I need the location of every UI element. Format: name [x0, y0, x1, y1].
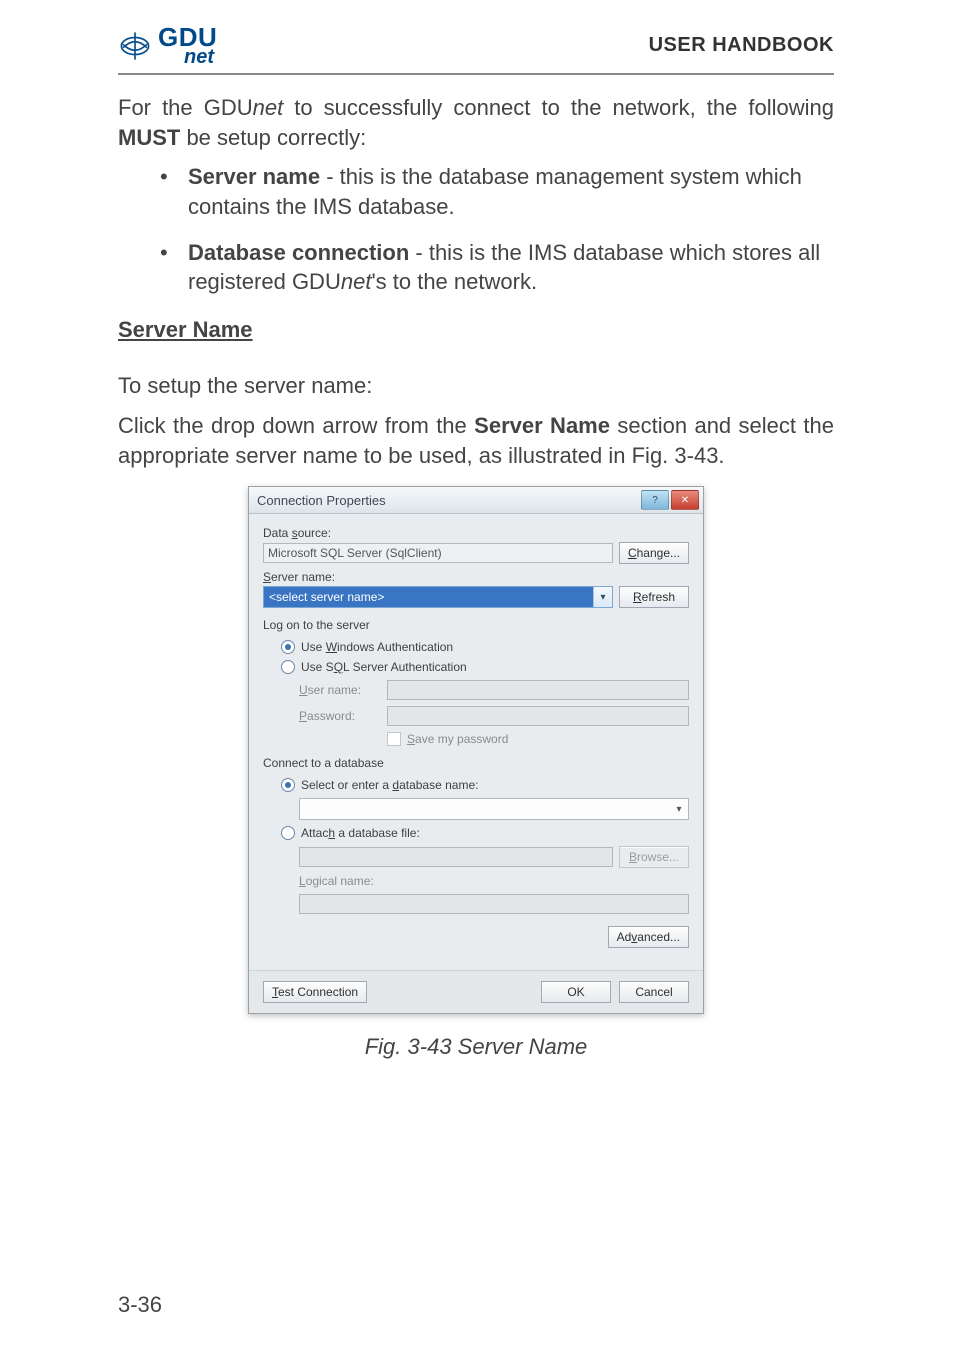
intro-text-3: be setup correctly: — [180, 125, 366, 150]
sql-auth-radio[interactable] — [281, 660, 295, 674]
page-header: GDU net USER HANDBOOK — [118, 24, 834, 75]
password-field — [387, 706, 689, 726]
change-button[interactable]: Change... — [619, 542, 689, 564]
password-label: Password: — [299, 709, 379, 723]
attach-file-field — [299, 847, 613, 867]
ok-button[interactable]: OK — [541, 981, 611, 1003]
browse-button: Browse... — [619, 846, 689, 868]
dialog-screenshot: Connection Properties ? ✕ Data source: C… — [118, 486, 834, 1014]
save-password-label: Save my password — [407, 732, 508, 746]
chevron-down-icon[interactable]: ▾ — [670, 799, 688, 819]
window-buttons: ? ✕ — [641, 490, 699, 510]
select-db-radio[interactable] — [281, 778, 295, 792]
username-field — [387, 680, 689, 700]
brand-logo: GDU net — [118, 24, 217, 67]
close-icon[interactable]: ✕ — [671, 490, 699, 510]
chevron-down-icon[interactable]: ▾ — [593, 587, 612, 607]
bullet-bold: Server name — [188, 164, 320, 189]
intro-must: MUST — [118, 125, 180, 150]
test-connection-button[interactable]: Test Connection — [263, 981, 367, 1003]
sql-auth-label: Use SQL Server Authentication — [301, 660, 467, 674]
data-source-field — [263, 543, 613, 563]
help-icon[interactable]: ? — [641, 490, 669, 510]
save-password-checkbox — [387, 732, 401, 746]
setup-paragraph: Click the drop down arrow from the Serve… — [118, 411, 834, 470]
setup-bold: Server Name — [474, 413, 610, 438]
database-name-combo[interactable]: ▾ — [299, 798, 689, 820]
server-name-combo[interactable]: <select server name> ▾ — [263, 586, 613, 608]
setup-line: To setup the server name: — [118, 371, 834, 401]
logo-icon — [118, 29, 152, 63]
server-name-label: Server name: — [263, 570, 689, 584]
bullet-bold: Database connection — [188, 240, 409, 265]
advanced-button[interactable]: Advanced... — [608, 926, 689, 948]
windows-auth-label: Use Windows Authentication — [301, 640, 453, 654]
bullet-list: Server name - this is the database manag… — [118, 162, 834, 297]
connection-properties-dialog: Connection Properties ? ✕ Data source: C… — [248, 486, 704, 1014]
setup-text-before: Click the drop down arrow from the — [118, 413, 474, 438]
titlebar: Connection Properties ? ✕ — [249, 487, 703, 514]
connect-db-header: Connect to a database — [263, 756, 689, 770]
dialog-footer: Test Connection OK Cancel — [249, 970, 703, 1013]
logical-name-field — [299, 894, 689, 914]
list-item: Server name - this is the database manag… — [160, 162, 834, 221]
logon-header: Log on to the server — [263, 618, 689, 632]
windows-auth-radio[interactable] — [281, 640, 295, 654]
refresh-button[interactable]: Refresh — [619, 586, 689, 608]
bullet-italic: net — [341, 269, 372, 294]
intro-text-1: For the GDU — [118, 95, 253, 120]
attach-db-label: Attach a database file: — [301, 826, 420, 840]
cancel-button[interactable]: Cancel — [619, 981, 689, 1003]
intro-text-2: to successfully connect to the network, … — [283, 95, 834, 120]
username-label: User name: — [299, 683, 379, 697]
brand-net: net — [184, 47, 217, 67]
bullet-rest-after: 's to the network. — [371, 269, 537, 294]
server-name-value: <select server name> — [264, 587, 593, 607]
logical-name-label: Logical name: — [299, 874, 379, 888]
intro-paragraph: For the GDUnet to successfully connect t… — [118, 93, 834, 152]
intro-italic: net — [253, 95, 284, 120]
handbook-title: USER HANDBOOK — [649, 34, 834, 57]
data-source-label: Data source: — [263, 526, 689, 540]
database-name-value — [300, 799, 670, 819]
figure-caption: Fig. 3-43 Server Name — [118, 1034, 834, 1060]
select-db-label: Select or enter a database name: — [301, 778, 478, 792]
page-number: 3-36 — [118, 1292, 162, 1318]
section-heading: Server Name — [118, 317, 834, 343]
dialog-title: Connection Properties — [257, 493, 386, 508]
attach-db-radio[interactable] — [281, 826, 295, 840]
list-item: Database connection - this is the IMS da… — [160, 238, 834, 297]
